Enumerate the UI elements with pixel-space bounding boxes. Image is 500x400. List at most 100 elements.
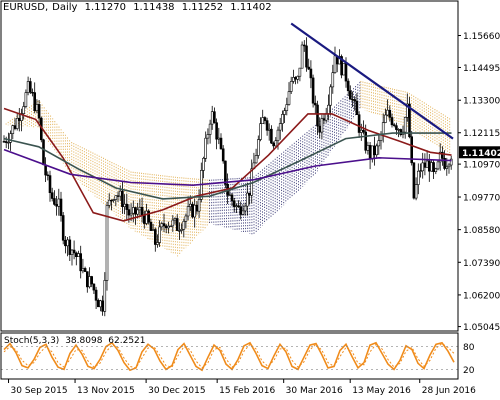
candle-body (186, 206, 190, 217)
ohlc-high: 1.11438 (133, 2, 175, 13)
candle-body (118, 190, 122, 197)
y-tick-label: 1.09770 (463, 194, 500, 204)
candle-body (300, 44, 304, 69)
main-price-pane: 1.15660 1.14495 1.13300 1.12115 1.10970 1.097… (2, 22, 500, 333)
candle-body (263, 117, 267, 121)
candle-body (28, 81, 32, 93)
x-tick-label: 13 Nov 2015 (77, 386, 135, 396)
trendline (290, 22, 454, 140)
candle-body (162, 223, 166, 227)
candle-body (423, 162, 427, 168)
candle-body (140, 207, 144, 216)
candle-body (274, 140, 278, 147)
candle-body (197, 199, 201, 212)
candle-body (403, 117, 407, 133)
candle-body (206, 134, 210, 139)
candle-body (412, 162, 416, 199)
candle-body (110, 199, 113, 202)
candle-body (331, 72, 335, 88)
candle-body (37, 104, 41, 119)
stochastic-pane: 80 20 (1, 341, 475, 376)
candle-body (327, 104, 330, 114)
stoch-y-tick-label: 20 (463, 366, 475, 376)
candle-body (281, 114, 284, 124)
candle-body (208, 123, 212, 135)
candle-body (362, 129, 365, 133)
candle-body (353, 99, 357, 102)
candle-body (329, 86, 332, 106)
candle-body (430, 162, 433, 172)
candle-body (259, 123, 262, 140)
candle-body (184, 215, 188, 222)
candle-body (333, 55, 337, 73)
candle-body (447, 164, 451, 168)
candle-body (46, 174, 50, 176)
candle-body (26, 81, 30, 93)
candle-body (4, 141, 8, 143)
candle-body (381, 122, 385, 135)
candle-body (395, 125, 398, 130)
candle-body (287, 91, 291, 105)
candle-body (311, 77, 315, 104)
y-tick-label: 1.13300 (463, 97, 500, 107)
candle-body (99, 300, 102, 308)
candle-body (445, 166, 449, 169)
candle-body (213, 111, 216, 123)
candle-body (138, 207, 142, 211)
candle-body (75, 252, 78, 257)
candle-body (202, 158, 205, 171)
candle-body (434, 168, 438, 173)
stoch-signal-value: 62.2521 (108, 336, 146, 346)
candle-body (241, 210, 245, 215)
candle-body (432, 162, 435, 172)
candle-body (92, 283, 96, 291)
candle-body (121, 190, 124, 208)
candle-body (64, 240, 67, 247)
y-tick-label: 1.06200 (463, 291, 500, 301)
candle-body (278, 123, 282, 131)
candle-body (436, 161, 440, 170)
candle-body (309, 68, 313, 79)
candle-body (134, 207, 137, 215)
candle-body (173, 218, 177, 221)
candle-body (237, 205, 240, 208)
candle-body (289, 81, 293, 92)
candle-body (292, 77, 295, 82)
candle-body (375, 145, 379, 156)
candle-body (125, 203, 129, 210)
candle-body (175, 218, 179, 231)
ohlc-close: 1.11402 (230, 2, 272, 13)
current-price-label: 1.11402 (462, 149, 500, 159)
candle-body (370, 145, 374, 160)
candle-body (256, 139, 260, 156)
candle-body (195, 204, 199, 212)
candle-body (158, 226, 161, 243)
candle-body (112, 199, 115, 201)
candle-body (320, 118, 324, 133)
candle-body (182, 221, 186, 230)
candle-body (7, 142, 10, 144)
y-tick-label: 1.14495 (463, 64, 500, 74)
candle-body (373, 145, 376, 156)
candle-body (228, 194, 232, 196)
y-tick-label: 1.08580 (463, 226, 500, 236)
y-tick-label: 1.15660 (463, 32, 500, 42)
candle-body (72, 249, 76, 254)
candle-body (13, 125, 17, 129)
candle-body (114, 195, 118, 200)
candle-body (24, 92, 28, 107)
candle-body (86, 271, 89, 288)
candle-body (154, 229, 157, 245)
x-tick-label: 13 May 2016 (352, 386, 411, 396)
candle-body (151, 229, 155, 231)
candle-body (421, 162, 425, 172)
candle-body (2, 141, 6, 143)
stoch-main-value: 38.8098 (65, 336, 103, 346)
candle-body (193, 204, 196, 218)
candle-body (79, 253, 82, 272)
candle-body (191, 203, 194, 218)
candle-body (123, 203, 126, 207)
candle-body (392, 124, 396, 126)
candle-body (169, 225, 172, 227)
stoch-y-tick-label: 80 (463, 343, 475, 353)
